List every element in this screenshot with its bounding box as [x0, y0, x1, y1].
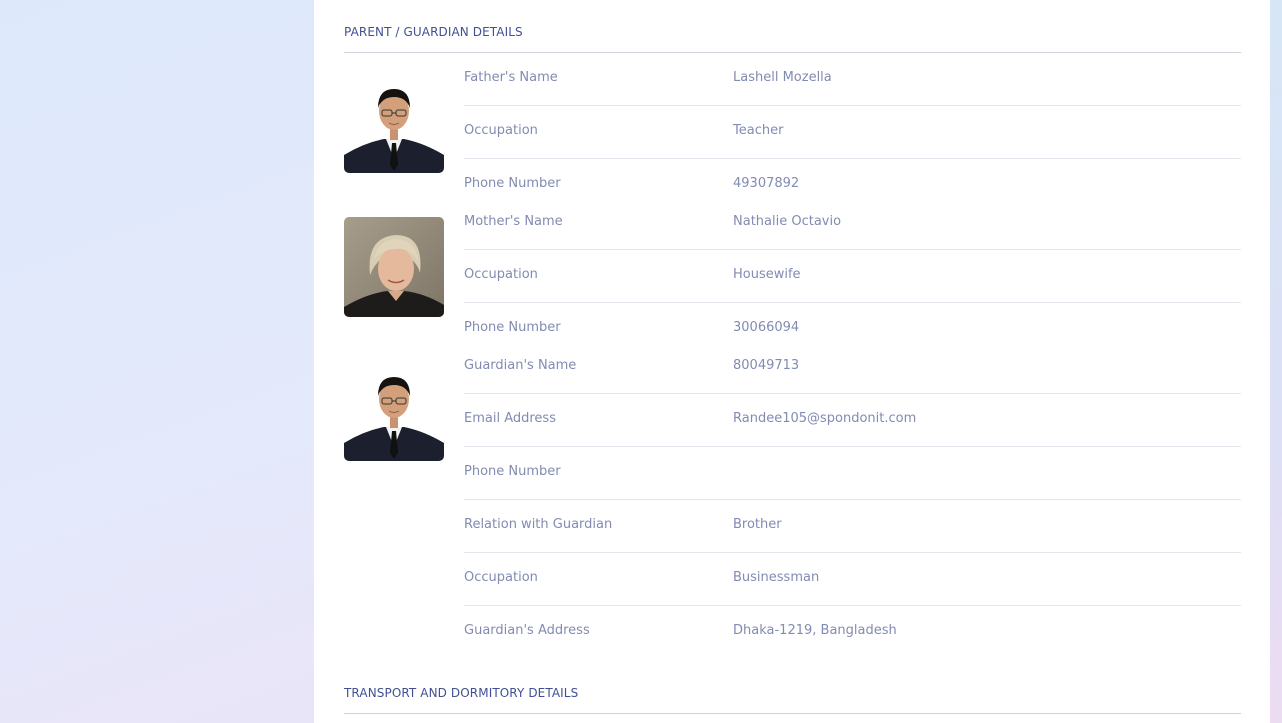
mother-phone-row: Phone Number 30066094	[464, 320, 1241, 342]
field-label: Phone Number	[464, 464, 561, 479]
guardian-relation-row: Relation with Guardian Brother	[464, 517, 1241, 539]
row-divider	[464, 552, 1241, 553]
mother-photo	[344, 217, 444, 317]
section-divider	[344, 52, 1241, 53]
guardian-address-row: Guardian's Address Dhaka-1219, Banglades…	[464, 623, 1241, 645]
father-name-row: Father's Name Lashell Mozella	[464, 70, 1241, 92]
field-label: Mother's Name	[464, 214, 563, 229]
field-value: 49307892	[733, 176, 800, 191]
section-divider	[344, 713, 1241, 714]
field-label: Father's Name	[464, 70, 558, 85]
mother-name-row: Mother's Name Nathalie Octavio	[464, 214, 1241, 236]
field-value: Teacher	[733, 123, 784, 138]
field-label: Phone Number	[464, 176, 561, 191]
row-divider	[464, 302, 1241, 303]
mother-occupation-row: Occupation Housewife	[464, 267, 1241, 289]
father-occupation-row: Occupation Teacher	[464, 123, 1241, 145]
field-label: Occupation	[464, 123, 538, 138]
section-title-transport-dormitory: TRANSPORT AND DORMITORY DETAILS	[344, 686, 579, 700]
guardian-email-row: Email Address Randee105@spondonit.com	[464, 411, 1241, 433]
student-details-panel: PARENT / GUARDIAN DETAILS Father's Name …	[314, 0, 1270, 723]
field-label: Email Address	[464, 411, 556, 426]
guardian-phone-row: Phone Number	[464, 464, 1241, 486]
field-label: Guardian's Name	[464, 358, 577, 373]
page-right-edge	[1270, 0, 1282, 723]
field-value: Dhaka-1219, Bangladesh	[733, 623, 897, 638]
row-divider	[464, 605, 1241, 606]
field-value: 80049713	[733, 358, 800, 373]
field-value: 30066094	[733, 320, 800, 335]
field-value: Lashell Mozella	[733, 70, 832, 85]
field-value: Businessman	[733, 570, 820, 585]
row-divider	[464, 249, 1241, 250]
father-phone-row: Phone Number 49307892	[464, 176, 1241, 198]
field-value: Housewife	[733, 267, 801, 282]
field-value: Randee105@spondonit.com	[733, 411, 917, 426]
field-value: Brother	[733, 517, 782, 532]
row-divider	[464, 499, 1241, 500]
section-title-parent-guardian: PARENT / GUARDIAN DETAILS	[344, 25, 523, 39]
guardian-name-row: Guardian's Name 80049713	[464, 358, 1241, 380]
row-divider	[464, 105, 1241, 106]
field-label: Guardian's Address	[464, 623, 590, 638]
father-photo	[344, 73, 444, 173]
guardian-occupation-row: Occupation Businessman	[464, 570, 1241, 592]
field-label: Occupation	[464, 267, 538, 282]
row-divider	[464, 446, 1241, 447]
field-label: Phone Number	[464, 320, 561, 335]
row-divider	[464, 158, 1241, 159]
field-value: Nathalie Octavio	[733, 214, 842, 229]
field-label: Occupation	[464, 570, 538, 585]
guardian-photo	[344, 361, 444, 461]
row-divider	[464, 393, 1241, 394]
field-label: Relation with Guardian	[464, 517, 613, 532]
